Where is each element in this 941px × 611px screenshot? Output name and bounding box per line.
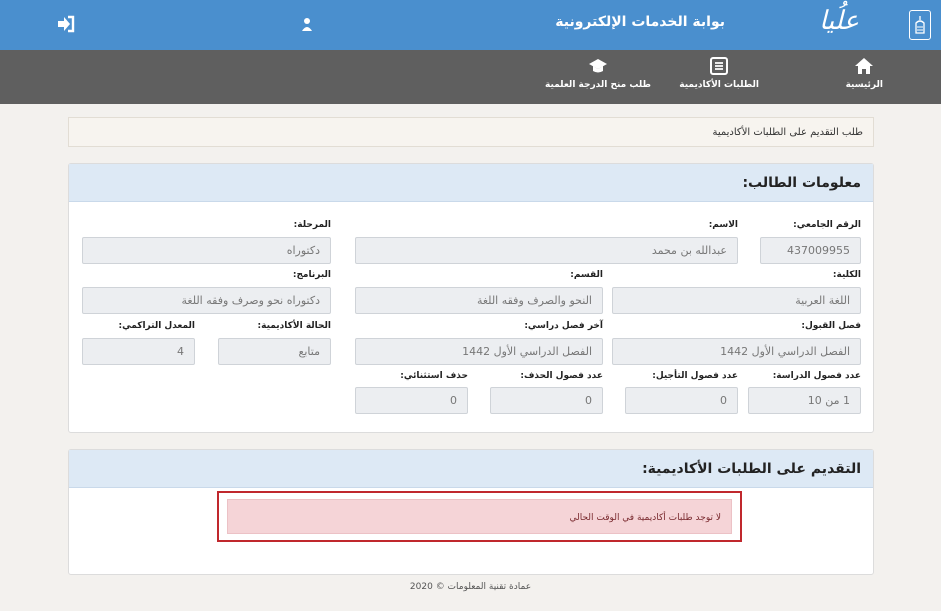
name-label: الاسم: <box>708 220 738 230</box>
footer: عمادة تقنية المعلومات © 2020 <box>409 582 532 592</box>
breadcrumb: طلب التقديم على الطلبات الأكاديمية <box>68 117 874 147</box>
nav-item-home[interactable]: الرئيسية <box>846 56 883 100</box>
nav-item-label: الطلبات الأكاديمية <box>679 80 759 90</box>
level-field[interactable]: دكتوراه <box>82 237 331 264</box>
admission-term-label: فصل القبول: <box>801 321 861 331</box>
program-field[interactable]: دكتوراه نحو وصرف وفقه اللغة <box>82 287 331 314</box>
postponed-terms-label: عدد فصول التأجيل: <box>652 371 738 381</box>
postponed-terms-field[interactable]: 0 <box>625 387 738 414</box>
admission-term-field[interactable]: الفصل الدراسي الأول 1442 <box>612 338 861 365</box>
academic-status-label: الحالة الأكاديمية: <box>257 321 331 331</box>
logout-icon[interactable] <box>55 13 77 35</box>
no-requests-alert: لا توجد طلبات أكاديمية في الوقت الحالي <box>227 499 732 534</box>
nav-item-academic-requests[interactable]: الطلبات الأكاديمية <box>679 56 759 100</box>
university-logo-icon[interactable] <box>909 10 931 40</box>
student-info-title: معلومات الطالب: <box>69 164 873 202</box>
gpa-field[interactable]: 4 <box>82 338 195 365</box>
main-nav: الرئيسية الطلبات الأكاديمية طلب منح الدر… <box>0 50 941 104</box>
study-terms-field[interactable]: 1 من 10 <box>748 387 861 414</box>
portal-title: بوابة الخدمات الإلكترونية <box>555 14 725 30</box>
department-field[interactable]: النحو والصرف وفقه اللغة <box>355 287 603 314</box>
student-id-field[interactable]: 437009955 <box>760 237 861 264</box>
department-label: القسم: <box>570 270 603 280</box>
name-field[interactable]: عبدالله بن محمد <box>355 237 738 264</box>
logo-text[interactable]: علُيا <box>819 6 859 36</box>
graduation-cap-icon <box>589 59 608 73</box>
level-label: المرحلة: <box>293 220 331 230</box>
nav-item-label: الرئيسية <box>845 80 883 90</box>
academic-status-field[interactable]: متابع <box>218 338 331 365</box>
student-id-label: الرقم الجامعي: <box>793 220 861 230</box>
alert-highlight-frame: لا توجد طلبات أكاديمية في الوقت الحالي <box>217 491 742 542</box>
exceptional-drop-label: حذف استثنائي: <box>400 371 468 381</box>
exceptional-drop-field[interactable]: 0 <box>355 387 468 414</box>
home-icon <box>855 58 874 74</box>
dropped-terms-field[interactable]: 0 <box>490 387 603 414</box>
last-term-label: آخر فصل دراسي: <box>524 321 603 331</box>
college-label: الكلية: <box>832 270 861 280</box>
college-field[interactable]: اللغة العربية <box>612 287 861 314</box>
apply-panel: التقديم على الطلبات الأكاديمية: لا توجد … <box>68 449 874 575</box>
nav-item-label: طلب منح الدرجة العلمية <box>545 80 651 90</box>
program-label: البرنامج: <box>292 270 331 280</box>
top-bar: علُيا بوابة الخدمات الإلكترونية <box>0 0 941 50</box>
gpa-label: المعدل التراكمي: <box>118 321 195 331</box>
list-icon <box>710 57 729 75</box>
user-icon[interactable] <box>300 14 314 34</box>
apply-title: التقديم على الطلبات الأكاديمية: <box>69 450 873 488</box>
nav-item-degree-request[interactable]: طلب منح الدرجة العلمية <box>545 56 651 100</box>
study-terms-label: عدد فصول الدراسة: <box>772 371 861 381</box>
last-term-field[interactable]: الفصل الدراسي الأول 1442 <box>355 338 603 365</box>
student-info-panel: معلومات الطالب: الرقم الجامعي: 437009955… <box>68 163 874 433</box>
dropped-terms-label: عدد فصول الحذف: <box>520 371 603 381</box>
